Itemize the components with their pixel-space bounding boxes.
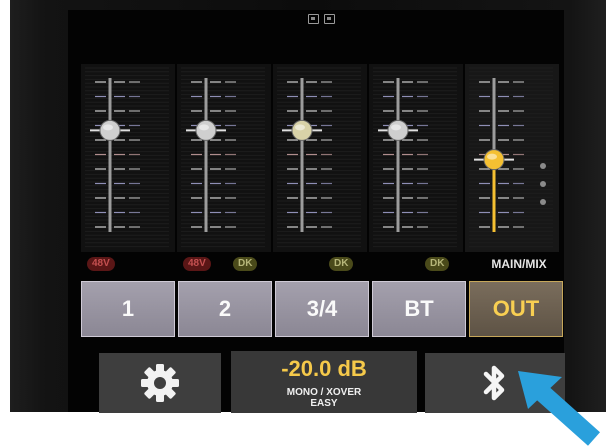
- fader-track: [204, 78, 208, 232]
- channel-select-row: 1 2 3/4 BT OUT: [81, 281, 565, 337]
- settings-button[interactable]: [99, 353, 221, 413]
- gain-display[interactable]: -20.0 dB MONO / XOVER EASY: [231, 351, 417, 413]
- mixer-screen: 48V 48V DK DK DK MAIN/MIX 1 2 3/4 BT OUT: [68, 10, 565, 413]
- knob-highlight: [199, 124, 209, 131]
- gain-value: -20.0 dB: [281, 356, 367, 381]
- fader-graphics: [81, 64, 559, 252]
- phantom-power-badge: 48V: [183, 257, 211, 271]
- scroll-dot: [540, 181, 546, 187]
- bottom-controls: -20.0 dB MONO / XOVER EASY: [81, 343, 565, 413]
- knob-highlight: [487, 153, 497, 160]
- main-mix-label: MAIN/MIX: [491, 257, 547, 271]
- channel-fader-knob: [387, 119, 409, 141]
- fader-area: 48V 48V DK DK DK MAIN/MIX: [81, 64, 561, 274]
- fader-track: [108, 78, 112, 232]
- knob-highlight: [295, 124, 305, 131]
- dk-badge: DK: [329, 257, 354, 271]
- bluetooth-icon: [483, 365, 505, 401]
- fader-track: [300, 78, 304, 232]
- status-bar: [308, 14, 335, 24]
- scroll-dot: [540, 163, 546, 169]
- mode-label: MONO / XOVER: [286, 387, 362, 398]
- channel-2-button[interactable]: 2: [178, 281, 272, 337]
- mode-sublabel: EASY: [310, 398, 338, 409]
- dk-badge: DK: [425, 257, 450, 271]
- screenshot-icon: [308, 14, 319, 24]
- output-button[interactable]: OUT: [469, 281, 563, 337]
- device-bezel: 48V 48V DK DK DK MAIN/MIX 1 2 3/4 BT OUT: [10, 0, 606, 413]
- record-icon: [324, 14, 335, 24]
- dk-badge: DK: [233, 257, 258, 271]
- knob-highlight: [103, 124, 113, 131]
- phantom-power-badge: 48V: [87, 257, 115, 271]
- knob-highlight: [391, 124, 401, 131]
- main-mix-fader-knob: [483, 149, 505, 171]
- fader-track: [396, 78, 400, 232]
- channel-fader-knob: [291, 119, 313, 141]
- scroll-dot: [540, 199, 546, 205]
- channel-bt-button[interactable]: BT: [372, 281, 466, 337]
- channel-fader-knob: [195, 119, 217, 141]
- channel-1-button[interactable]: 1: [81, 281, 175, 337]
- arrow-pointer-icon: [518, 371, 600, 446]
- gear-icon: [141, 364, 179, 402]
- fader-fill: [492, 159, 496, 232]
- channel-fader-knob: [99, 119, 121, 141]
- channel-34-button[interactable]: 3/4: [275, 281, 369, 337]
